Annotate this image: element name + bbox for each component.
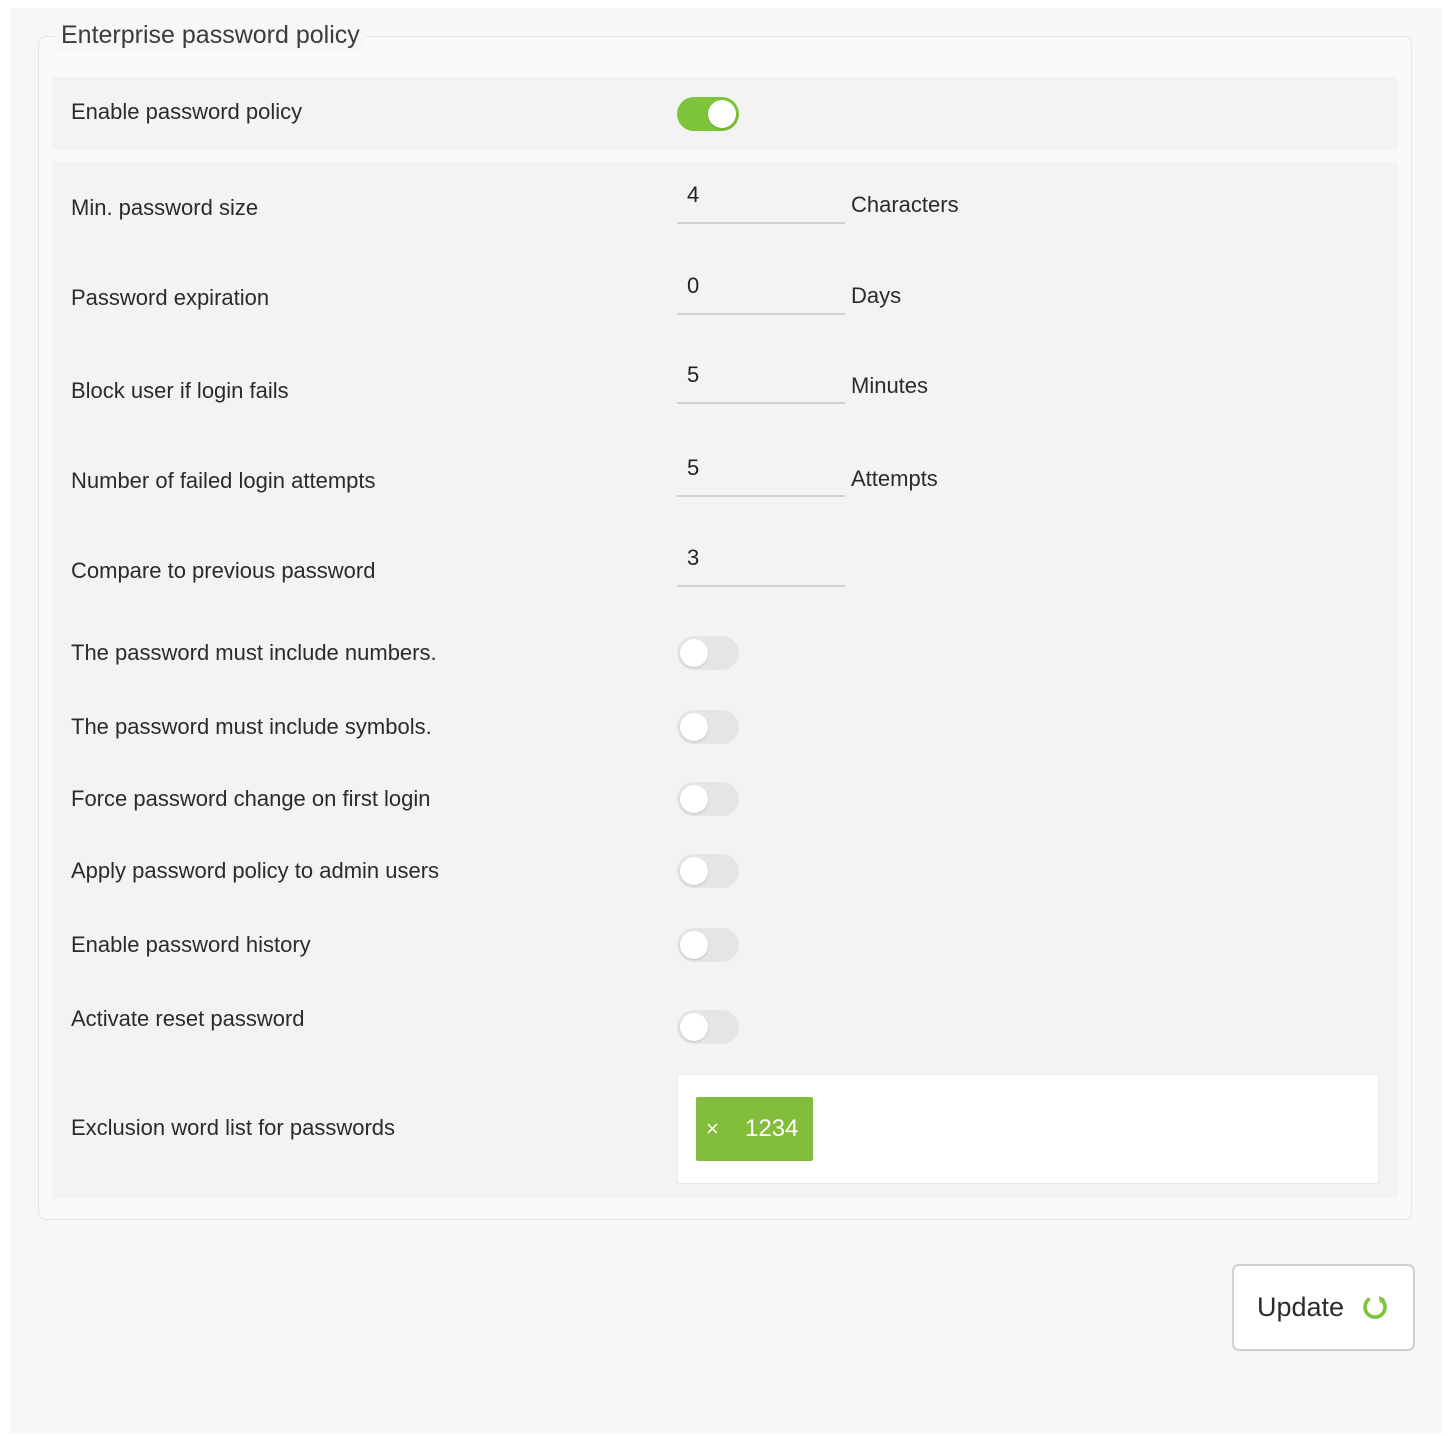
failed-attempts-unit: Attempts [851, 466, 938, 491]
tag-value: 1234 [745, 1115, 799, 1142]
toggle-knob [680, 931, 708, 959]
compare-previous-label: Compare to previous password [71, 558, 376, 583]
admin-users-toggle[interactable] [677, 854, 739, 888]
toggle-knob [680, 1013, 708, 1041]
update-button-label: Update [1256, 1292, 1345, 1322]
failed-attempts-input[interactable] [677, 453, 845, 497]
exclusion-list-input[interactable]: × 1234 [677, 1074, 1379, 1184]
force-change-toggle[interactable] [677, 782, 739, 816]
password-expiration-label: Password expiration [71, 285, 270, 310]
compare-previous-input[interactable] [677, 543, 845, 587]
block-user-unit: Minutes [851, 373, 929, 398]
update-button[interactable]: Update [1232, 1264, 1415, 1351]
toggle-knob [708, 100, 736, 128]
settings-page: Enterprise password policy Enable passwo… [10, 8, 1442, 1434]
exclusion-tag: × 1234 [696, 1097, 813, 1161]
failed-attempts-label: Number of failed login attempts [71, 468, 376, 493]
include-numbers-toggle[interactable] [677, 636, 739, 670]
enable-policy-row: Enable password policy [52, 77, 1398, 150]
toggle-knob [680, 713, 708, 741]
password-expiration-unit: Days [851, 283, 902, 308]
password-history-label: Enable password history [71, 932, 311, 957]
min-password-size-input[interactable] [677, 180, 845, 224]
enable-policy-label: Enable password policy [71, 99, 303, 124]
policy-options: Min. password size Characters Password e… [52, 161, 1398, 1199]
admin-users-label: Apply password policy to admin users [71, 858, 440, 883]
password-history-toggle[interactable] [677, 928, 739, 962]
reset-password-label: Activate reset password [71, 1006, 305, 1031]
include-symbols-toggle[interactable] [677, 710, 739, 744]
exclusion-list-label: Exclusion word list for passwords [71, 1115, 396, 1140]
block-user-label: Block user if login fails [71, 378, 289, 403]
remove-tag-icon[interactable]: × [706, 1116, 728, 1142]
password-policy-section: Enterprise password policy Enable passwo… [38, 21, 1412, 1220]
password-expiration-input[interactable] [677, 271, 845, 315]
toggle-knob [680, 857, 708, 885]
toggle-knob [680, 785, 708, 813]
enable-policy-toggle[interactable] [677, 97, 739, 131]
min-password-size-unit: Characters [851, 192, 959, 217]
reset-password-toggle[interactable] [677, 1010, 739, 1044]
force-change-label: Force password change on first login [71, 786, 431, 811]
min-password-size-label: Min. password size [71, 195, 259, 220]
toggle-knob [680, 639, 708, 667]
refresh-icon [1360, 1293, 1390, 1323]
block-user-input[interactable] [677, 360, 845, 404]
section-legend: Enterprise password policy [55, 21, 366, 50]
include-numbers-label: The password must include numbers. [71, 640, 437, 665]
include-symbols-label: The password must include symbols. [71, 714, 432, 739]
